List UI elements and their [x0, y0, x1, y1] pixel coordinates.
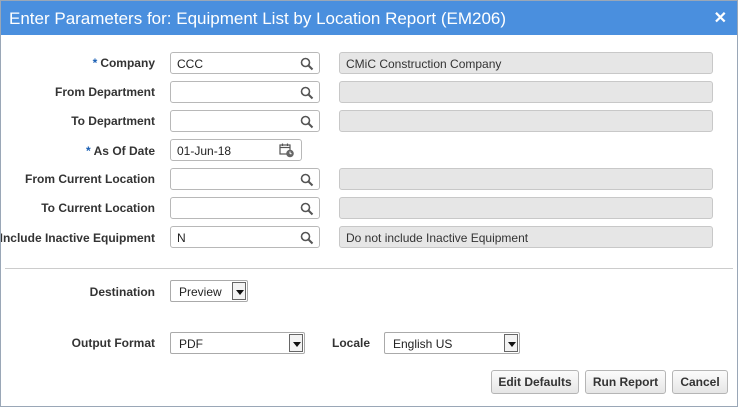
to-current-location-label: To Current Location	[41, 201, 155, 215]
section-divider	[5, 268, 733, 269]
company-description: CMiC Construction Company	[339, 52, 713, 74]
chevron-down-icon[interactable]	[232, 282, 246, 300]
search-icon[interactable]	[300, 231, 314, 245]
to-department-label: To Department	[71, 114, 155, 128]
dialog-title: Enter Parameters for: Equipment List by …	[9, 9, 507, 28]
to-current-location-description	[339, 197, 713, 219]
required-marker: *	[92, 56, 98, 70]
to-department-input[interactable]	[170, 110, 320, 132]
from-department-label: From Department	[54, 85, 155, 99]
company-input[interactable]: CCC	[170, 52, 320, 74]
include-inactive-equipment-label: Include Inactive Equipment	[0, 231, 155, 245]
from-department-input[interactable]	[170, 81, 320, 103]
cancel-button[interactable]: Cancel	[672, 370, 728, 394]
search-icon[interactable]	[300, 173, 314, 187]
search-icon[interactable]	[300, 86, 314, 100]
company-value: CCC	[177, 57, 203, 71]
chevron-down-icon[interactable]	[289, 334, 303, 352]
chevron-down-icon[interactable]	[504, 334, 518, 352]
from-current-location-input[interactable]	[170, 168, 320, 190]
as-of-date-value: 01-Jun-18	[177, 144, 232, 158]
locale-select[interactable]: English US	[384, 332, 520, 354]
to-department-description	[339, 110, 713, 132]
from-current-location-label: From Current Location	[24, 172, 155, 186]
search-icon[interactable]	[300, 202, 314, 216]
calendar-icon[interactable]	[279, 142, 295, 158]
required-marker: *	[85, 144, 91, 158]
from-current-location-description	[339, 168, 713, 190]
dialog-title-bar[interactable]: Enter Parameters for: Equipment List by …	[1, 1, 737, 35]
output-format-label: Output Format	[71, 336, 155, 350]
close-icon[interactable]: ✕	[714, 8, 727, 28]
search-icon[interactable]	[300, 115, 314, 129]
edit-defaults-button[interactable]: Edit Defaults	[491, 370, 579, 394]
include-inactive-equipment-description: Do not include Inactive Equipment	[339, 226, 713, 248]
search-icon[interactable]	[300, 57, 314, 71]
company-label: * Company	[92, 56, 155, 70]
as-of-date-label: * As Of Date	[85, 144, 155, 158]
output-format-select[interactable]: PDF	[170, 332, 305, 354]
destination-select[interactable]: Preview	[170, 280, 248, 302]
include-inactive-equipment-value: N	[177, 231, 186, 245]
run-report-button[interactable]: Run Report	[585, 370, 666, 394]
from-department-description	[339, 81, 713, 103]
include-inactive-equipment-input[interactable]: N	[170, 226, 320, 248]
to-current-location-input[interactable]	[170, 197, 320, 219]
destination-label: Destination	[89, 285, 155, 299]
report-parameters-dialog: Enter Parameters for: Equipment List by …	[0, 0, 738, 407]
as-of-date-input[interactable]: 01-Jun-18	[170, 139, 302, 161]
locale-label: Locale	[332, 336, 371, 350]
